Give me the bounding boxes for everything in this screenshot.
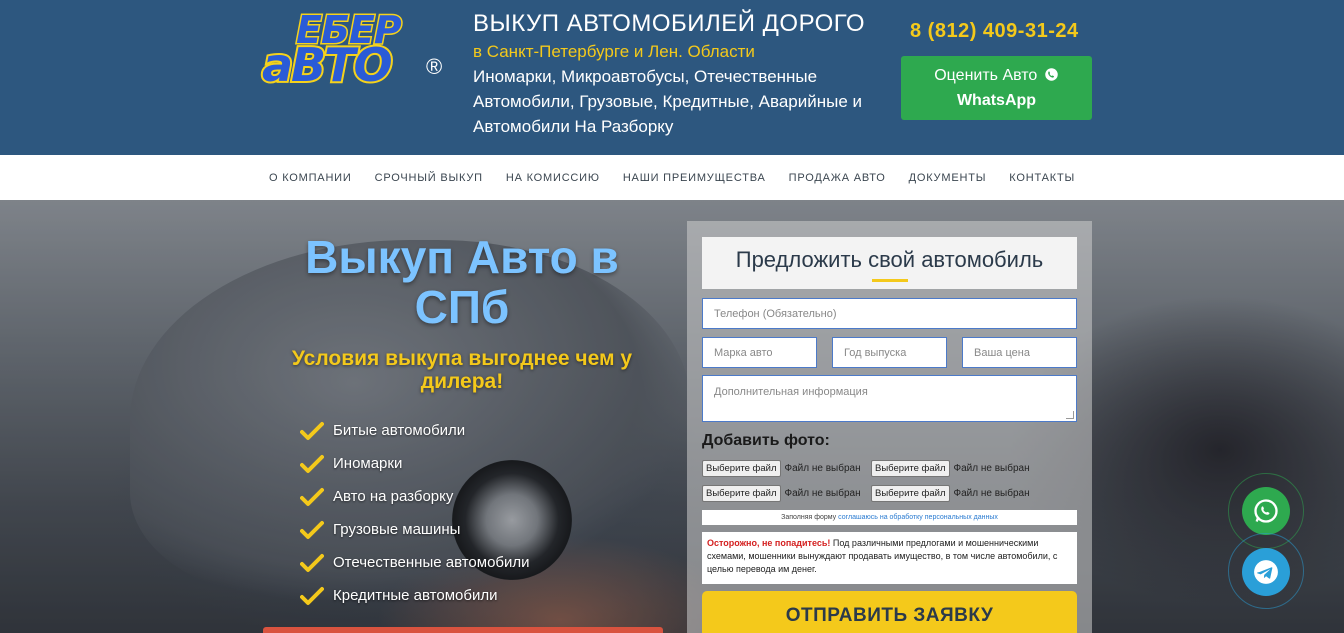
fraud-warning: Осторожно, не попадитесь! Под различными… [702,532,1077,584]
price-placeholder: Ваша цена [974,346,1030,359]
nav-item-about[interactable]: О КОМПАНИИ [257,172,363,184]
benefits-list: Битые автомобили Иномарки Авто на разбор… [300,414,530,612]
file-choose-button[interactable]: Выберите файл [702,460,781,477]
file-choose-button[interactable]: Выберите файл [871,460,950,477]
main-nav: О КОМПАНИИ СРОЧНЫЙ ВЫКУП НА КОМИССИЮ НАШ… [0,155,1344,200]
check-icon [300,586,324,605]
header-subtitle: в Санкт-Петербурге и Лен. Области [473,42,755,61]
list-item-label: Грузовые машины [333,521,461,538]
logo-text-bottom: аВТО [260,36,395,94]
file-status: Файл не выбран [953,488,1030,499]
list-item-label: Отечественные автомобили [333,554,530,571]
file-choose-button[interactable]: Выберите файл [702,485,781,502]
year-placeholder: Год выпуска [844,346,907,359]
info-textarea[interactable]: Дополнительная информация [702,375,1077,422]
registered-mark: ® [426,54,443,79]
file-status: Файл не выбран [784,463,861,474]
nav-item-commission[interactable]: НА КОМИССИЮ [494,172,611,184]
header-phone[interactable]: 8 (812) 409-31-24 [910,20,1079,43]
nav-item-urgent-buyout[interactable]: СРОЧНЫЙ ВЫКУП [363,172,494,184]
photo-label: Добавить фото: [702,432,830,449]
logo[interactable]: ЕБЕР аВТО ® [260,7,452,95]
whatsapp-button-line2: WhatsApp [956,92,1037,109]
check-icon [300,520,324,539]
list-item: Авто на разборку [300,480,530,513]
whatsapp-button-line1: Оценить Авто [934,67,1038,84]
list-item: Иномарки [300,447,530,480]
consent-link[interactable]: соглашаюсь на обработку персональных дан… [838,514,998,521]
price-input[interactable]: Ваша цена [962,337,1077,368]
whatsapp-evaluate-button[interactable]: Оценить Авто WhatsApp [901,56,1092,120]
list-item: Отечественные автомобили [300,546,530,579]
header-title: ВЫКУП АВТОМОБИЛЕЙ ДОРОГО [473,10,866,37]
nav-item-documents[interactable]: ДОКУМЕНТЫ [897,172,998,184]
file-input-1[interactable]: Выберите файл Файл не выбран [702,460,861,477]
brand-input[interactable]: Марка авто [702,337,817,368]
whatsapp-float-button[interactable] [1242,487,1290,535]
list-item: Битые автомобили [300,414,530,447]
info-placeholder: Дополнительная информация [714,386,868,398]
hero-background [0,200,1344,633]
hero-overlay [0,200,1344,633]
telegram-icon [1254,560,1278,584]
list-item: Кредитные автомобили [300,579,530,612]
list-item: Грузовые машины [300,513,530,546]
site-header: ЕБЕР аВТО ® ВЫКУП АВТОМОБИЛЕЙ ДОРОГО в С… [0,0,1344,155]
nav-item-advantages[interactable]: НАШИ ПРЕИМУЩЕСТВА [611,172,777,184]
list-item-label: Кредитные автомобили [333,587,498,604]
file-input-2[interactable]: Выберите файл Файл не выбран [871,460,1030,477]
list-item-label: Битые автомобили [333,422,466,439]
file-input-3[interactable]: Выберите файл Файл не выбран [702,485,861,502]
header-description: Иномарки, Микроавтобусы, Отечественные А… [473,67,863,136]
file-choose-button[interactable]: Выберите файл [871,485,950,502]
check-icon [300,553,324,572]
red-button-edge[interactable] [263,627,663,633]
resize-handle[interactable] [1066,411,1074,419]
consent-text: Заполняя форму [781,514,837,521]
check-icon [300,454,324,473]
consent-note: Заполняя форму соглашаюсь на обработку п… [702,510,1077,525]
whatsapp-icon [1254,499,1278,523]
phone-placeholder: Телефон (Обязательно) [714,307,837,320]
form-title: Предложить свой автомобиль [735,247,1044,272]
year-input[interactable]: Год выпуска [832,337,947,368]
check-icon [300,487,324,506]
warning-bold: Осторожно, не попадитесь! [707,538,831,548]
submit-button[interactable]: ОТПРАВИТЬ ЗАЯВКУ [702,591,1077,633]
file-input-4[interactable]: Выберите файл Файл не выбран [871,485,1030,502]
hero-subtitle: Условия выкупа выгоднее чем у дилера! [291,347,633,393]
check-icon [300,421,324,440]
nav-item-contacts[interactable]: КОНТАКТЫ [998,172,1087,184]
brand-placeholder: Марка авто [714,346,773,359]
telegram-float-button[interactable] [1242,548,1290,596]
phone-input[interactable]: Телефон (Обязательно) [702,298,1077,329]
file-status: Файл не выбран [953,463,1030,474]
form-title-underline [872,279,908,282]
whatsapp-icon [1045,68,1058,81]
file-status: Файл не выбран [784,488,861,499]
list-item-label: Иномарки [333,455,403,472]
form-header: Предложить свой автомобиль [702,237,1077,289]
hero-title: Выкуп Авто в СПб [305,231,619,333]
list-item-label: Авто на разборку [333,488,454,505]
nav-item-car-sales[interactable]: ПРОДАЖА АВТО [777,172,897,184]
